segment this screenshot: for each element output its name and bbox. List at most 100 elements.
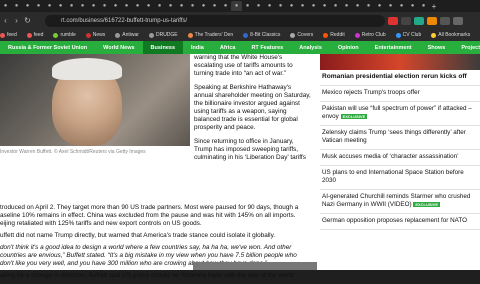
reload-icon[interactable]: ↻ [22,16,33,25]
tab-icon[interactable]: ● [209,1,220,11]
nav-item[interactable]: Africa [212,41,244,54]
bookmark-item[interactable]: Covers [290,32,313,38]
nav-item[interactable]: RT Features [243,41,291,54]
back-icon[interactable]: ‹ [0,16,11,25]
tab-icon[interactable]: ● [363,1,374,11]
tab-icon[interactable]: ● [374,1,385,11]
bookmark-item[interactable]: Retro Club [354,32,386,38]
folder-icon [431,32,437,38]
sidebar-headline[interactable]: German opposition proposes replacement f… [320,214,480,230]
tab-icon[interactable]: ● [253,1,264,11]
active-tab[interactable]: ● [231,1,242,11]
nav-item-active[interactable]: Business [142,41,184,54]
sidebar-headline[interactable]: Musk accuses media of ‘character assassi… [320,150,480,166]
tab-icon[interactable]: ● [143,1,154,11]
tab-icon[interactable]: ● [44,1,55,11]
news-icon [85,32,91,38]
tab-icon[interactable]: ● [198,1,209,11]
article-body: troduced on April 2. They target more th… [0,204,312,284]
tab-icon[interactable]: ● [176,1,187,11]
bookmark-item[interactable]: feed [26,32,43,38]
nav-item[interactable]: Entertainment [367,41,420,54]
embedded-image[interactable] [193,262,317,270]
tab-icon[interactable]: ● [308,1,319,11]
extension-icon[interactable] [427,16,437,25]
tab-icon[interactable]: ● [99,1,110,11]
sidebar-headline[interactable]: Romanian presidential election rerun kic… [320,70,480,86]
site-navigation: Russia & Former Soviet Union World News … [0,41,480,54]
tab-icon[interactable]: ● [55,1,66,11]
news-sidebar: Romanian presidential election rerun kic… [320,54,480,270]
nav-item[interactable]: Russia & Former Soviet Union [0,41,95,54]
nav-item[interactable]: Analysis [291,41,330,54]
tab-icon[interactable]: ● [22,1,33,11]
new-tab-icon[interactable]: + [429,2,439,11]
bookmark-item[interactable]: DRUDGE [148,32,178,38]
tab-icon[interactable]: ● [407,1,418,11]
bookmark-item[interactable]: The Traders' Den [187,32,233,38]
tab-icon[interactable]: ● [352,1,363,11]
bookmark-item[interactable]: Antiwar [115,32,139,38]
rumble-icon [53,32,59,38]
article-paragraph: uffett did not name Trump directly, but … [0,232,276,239]
bookmark-item[interactable]: feed [0,32,17,38]
extension-icon[interactable] [440,16,450,25]
extension-icon[interactable] [401,16,411,25]
bookmark-item[interactable]: rumble [53,32,76,38]
tab-icon[interactable]: ● [66,1,77,11]
tab-icon[interactable]: ● [242,1,253,11]
tab-icon[interactable]: ● [385,1,396,11]
tab-icon[interactable]: ● [264,1,275,11]
tab-icon[interactable]: ● [319,1,330,11]
bookmark-item[interactable]: 8-Bit Classics [243,32,280,38]
menu-icon[interactable] [453,16,463,25]
nav-item[interactable]: Opinion [330,41,367,54]
tab-icon[interactable]: ● [0,1,11,11]
tab-icon[interactable]: ● [132,1,143,11]
all-bookmarks[interactable]: All Bookmarks [431,32,470,38]
sidebar-headline[interactable]: US plans to end International Space Stat… [320,166,480,190]
tab-icon[interactable]: ● [396,1,407,11]
tab-icon[interactable]: ● [121,1,132,11]
extension-icon[interactable] [388,16,398,25]
sidebar-headline[interactable]: AI-generated Churchill reminds Starmer w… [320,190,480,214]
url-input[interactable]: rt.com/business/616722-buffett-trump-us-… [45,14,385,27]
tab-icon[interactable]: ● [88,1,99,11]
tab-icon[interactable]: ● [286,1,297,11]
article-photo [0,54,190,146]
tab-icon[interactable]: ● [187,1,198,11]
page-content: Investor Warren Buffett. © Axel Schmidt/… [0,54,480,279]
sidebar-headline[interactable]: Mexico rejects Trump's troops offer [320,86,480,102]
forward-icon[interactable]: › [11,16,22,25]
tab-icon[interactable]: ● [33,1,44,11]
tab-icon[interactable]: ● [418,1,429,11]
bookmark-item[interactable]: CV Club [395,32,421,38]
address-bar-row: ‹ › ↻ rt.com/business/616722-buffett-tru… [0,12,480,29]
tab-icon[interactable]: ● [11,1,22,11]
tab-icon[interactable]: ● [154,1,165,11]
tab-icon[interactable]: ● [165,1,176,11]
nav-item[interactable]: World News [95,41,142,54]
url-text: rt.com/business/616722-buffett-trump-us-… [61,17,188,24]
tab-icon[interactable]: ● [110,1,121,11]
nav-item[interactable]: Shows [420,41,454,54]
sidebar-headline[interactable]: Pakistan will use “full spectrum of powe… [320,102,480,126]
tab-icon[interactable]: ● [341,1,352,11]
sidebar-headline[interactable]: Zelensky claims Trump ‘sees things diffe… [320,126,480,150]
bookmark-item[interactable]: Reddit [323,32,345,38]
covers-icon [290,32,296,38]
tab-icon[interactable]: ● [330,1,341,11]
traders-den-icon [187,32,193,38]
portrait-hair [52,58,122,80]
sidebar-banner[interactable] [320,54,480,70]
bookmark-item[interactable]: News [85,32,105,38]
extension-icon[interactable] [414,16,424,25]
tab-icon[interactable]: ● [77,1,88,11]
tab-icon[interactable]: ● [275,1,286,11]
tab-icon[interactable]: ● [297,1,308,11]
nav-item[interactable]: India [183,41,212,54]
nav-item[interactable]: Projects [453,41,480,54]
tab-icon[interactable]: ● [220,1,231,11]
exclusive-badge: EXCLUSIVE [413,201,440,207]
retro-club-icon [354,32,360,38]
